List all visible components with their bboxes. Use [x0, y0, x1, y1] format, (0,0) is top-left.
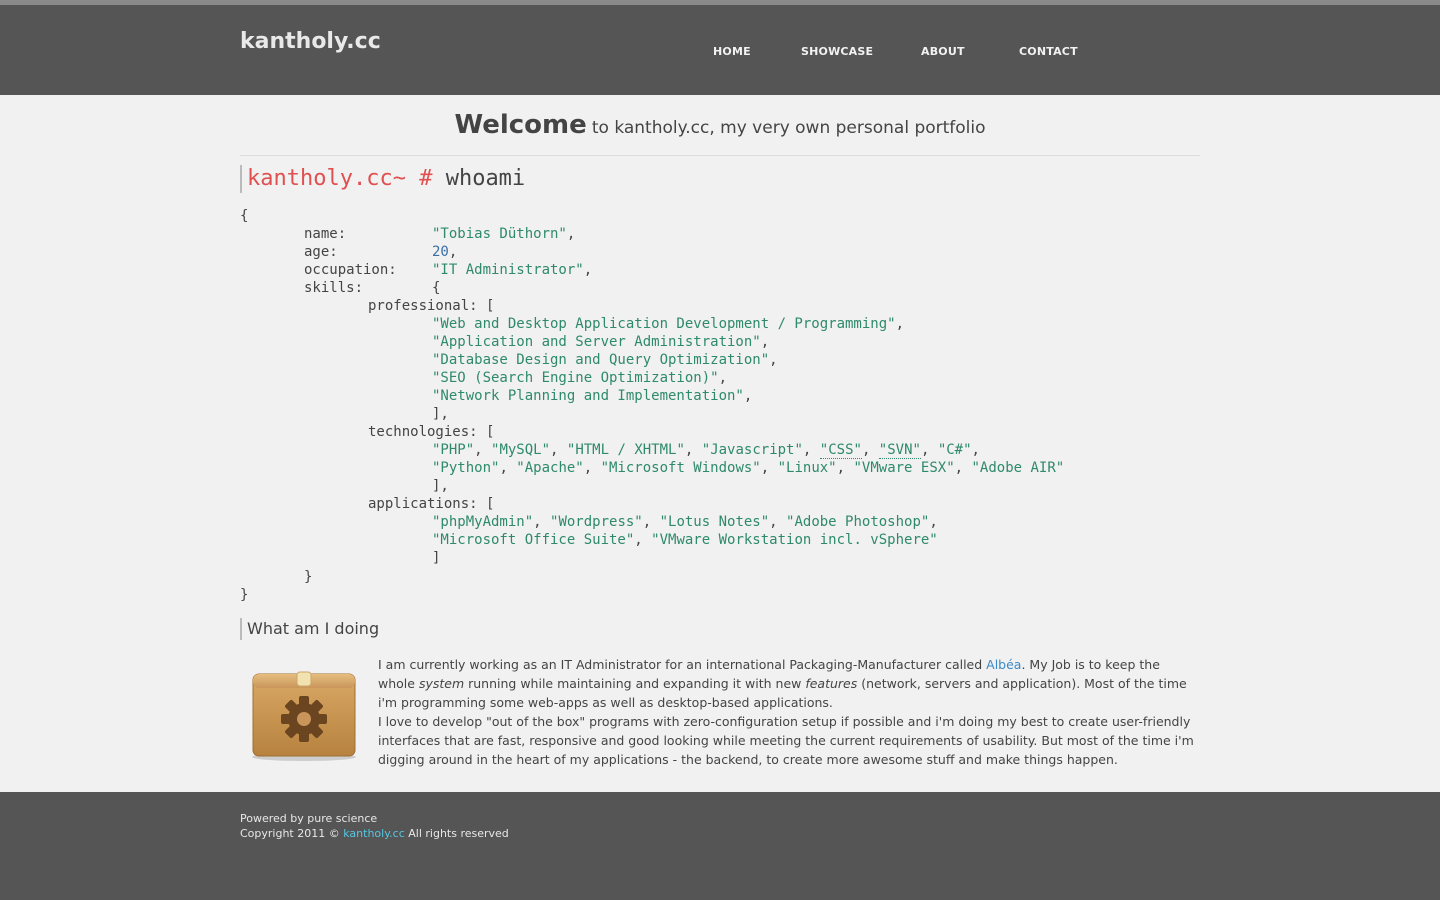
- professional-item: "Web and Desktop Application Development…: [432, 316, 905, 332]
- professional-close: ],: [432, 406, 449, 422]
- welcome-bold: Welcome: [454, 110, 587, 140]
- divider: [240, 155, 1200, 156]
- technologies-close: ],: [432, 478, 449, 494]
- applications-close: ]: [432, 550, 441, 566]
- prompt-command: whoami: [445, 166, 526, 191]
- key-name: name:: [304, 226, 347, 242]
- key-technologies: technologies: [: [368, 424, 495, 440]
- doing-paragraph-1: I am currently working as an IT Administ…: [378, 657, 1187, 710]
- prompt-hash: #: [419, 166, 433, 191]
- site-footer: Powered by pure science Copyright 2011 ©…: [0, 792, 1440, 900]
- nav-home[interactable]: HOME: [713, 45, 751, 58]
- code-brace-close: }: [240, 587, 249, 603]
- professional-item: "Application and Server Administration",: [432, 334, 770, 350]
- site-logo[interactable]: kantholy.cc: [240, 29, 381, 54]
- value-name: "Tobias Düthorn",: [432, 226, 576, 242]
- applications-row: "phpMyAdmin", "Wordpress", "Lotus Notes"…: [432, 514, 938, 530]
- footer-copyright: Copyright 2011 © kantholy.cc All rights …: [240, 827, 509, 840]
- professional-item: "Network Planning and Implementation",: [432, 388, 753, 404]
- nav-contact[interactable]: CONTACT: [1019, 45, 1078, 58]
- terminal-prompt: kantholy.cc~ # whoami: [240, 165, 525, 193]
- footer-powered: Powered by pure science: [240, 812, 378, 825]
- skills-brace-open: {: [432, 280, 441, 296]
- professional-item: "SEO (Search Engine Optimization)",: [432, 370, 728, 386]
- section-title-doing: What am I doing: [240, 618, 379, 640]
- key-skills: skills:: [304, 280, 364, 296]
- professional-item: "Database Design and Query Optimization"…: [432, 352, 778, 368]
- package-gear-icon: [252, 671, 356, 761]
- technologies-row: "PHP", "MySQL", "HTML / XHTML", "Javascr…: [432, 442, 980, 459]
- nav-showcase[interactable]: SHOWCASE: [801, 45, 873, 58]
- albea-link[interactable]: Albéa: [986, 657, 1021, 672]
- value-age: 20,: [432, 244, 458, 260]
- site-header: kantholy.cc HOME SHOWCASE ABOUT CONTACT: [0, 5, 1440, 95]
- doing-paragraph-2: I love to develop "out of the box" progr…: [378, 714, 1194, 767]
- welcome-subtitle: to kantholy.cc, my very own personal por…: [591, 118, 986, 138]
- code-brace-open: {: [240, 208, 249, 224]
- prompt-host: kantholy.cc~: [247, 166, 406, 191]
- key-applications: applications: [: [368, 496, 495, 512]
- technologies-row: "Python", "Apache", "Microsoft Windows",…: [432, 460, 1065, 476]
- value-occupation: "IT Administrator",: [432, 262, 593, 278]
- nav-about[interactable]: ABOUT: [921, 45, 965, 58]
- footer-site-link[interactable]: kantholy.cc: [343, 827, 405, 840]
- key-age: age:: [304, 244, 338, 260]
- skills-brace-close: }: [304, 569, 313, 585]
- key-professional: professional: [: [368, 298, 495, 314]
- applications-row: "Microsoft Office Suite", "VMware Workst…: [432, 532, 938, 548]
- welcome-heading: Welcome to kantholy.cc, my very own pers…: [240, 110, 1200, 140]
- key-occupation: occupation:: [304, 262, 397, 278]
- doing-description: I am currently working as an IT Administ…: [378, 655, 1198, 769]
